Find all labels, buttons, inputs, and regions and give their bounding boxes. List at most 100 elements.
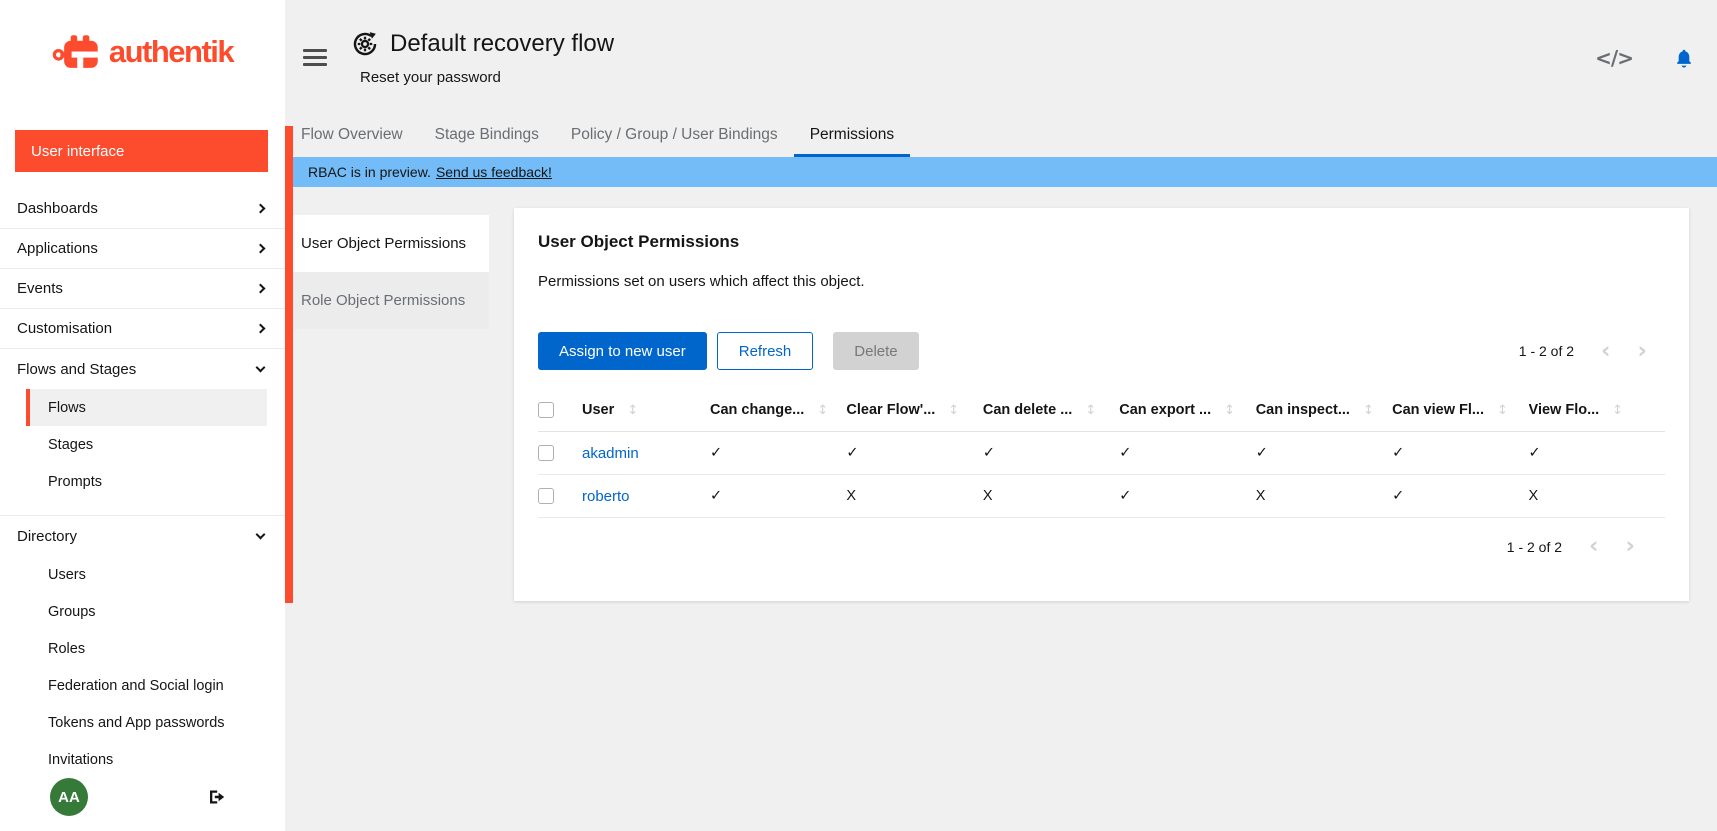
- select-all-checkbox[interactable]: [538, 402, 554, 418]
- authentik-logo[interactable]: authentik: [52, 30, 233, 74]
- refresh-button[interactable]: Refresh: [717, 332, 814, 370]
- sidebar-nav: Dashboards Applications Events Customisa…: [0, 189, 285, 778]
- sidebar-item-flows-and-stages[interactable]: Flows and Stages: [0, 349, 285, 389]
- perm-cell: ✓: [1119, 432, 1255, 475]
- delete-button[interactable]: Delete: [833, 332, 918, 370]
- perm-cell: ✓: [1392, 475, 1528, 518]
- table-header-row: User↕ Can change...↕ Clear Flow'...↕ Can…: [538, 394, 1665, 432]
- sign-out-icon[interactable]: [207, 787, 227, 807]
- perm-cell: ✓: [983, 432, 1119, 475]
- sidebar-subitem-tokens[interactable]: Tokens and App passwords: [26, 704, 267, 741]
- sidebar-item-applications[interactable]: Applications: [0, 229, 285, 269]
- assign-to-new-user-button[interactable]: Assign to new user: [538, 332, 707, 370]
- sidebar-item-label: Flows and Stages: [17, 361, 136, 378]
- sidebar-subitem-roles[interactable]: Roles: [26, 630, 267, 667]
- sidebar-item-directory[interactable]: Directory: [0, 516, 285, 556]
- column-header-can-view: Can view Fl...↕: [1392, 394, 1528, 432]
- sidebar-item-events[interactable]: Events: [0, 269, 285, 309]
- sort-icon[interactable]: ↕: [1085, 403, 1096, 418]
- vtab-user-object-permissions[interactable]: User Object Permissions: [286, 215, 489, 272]
- flow-icon: [351, 30, 379, 58]
- notifications-bell-icon[interactable]: [1673, 47, 1695, 69]
- sort-icon[interactable]: ↕: [1497, 403, 1508, 418]
- perm-cell: ✓: [1119, 475, 1255, 518]
- perm-cell: ✓: [710, 432, 846, 475]
- chevron-down-icon: [256, 362, 266, 372]
- column-header-view-flow: View Flo...↕: [1529, 394, 1665, 432]
- sidebar-item-label: User interface: [31, 143, 124, 160]
- sidebar-subitem-label: Groups: [48, 604, 96, 620]
- sort-icon[interactable]: ↕: [1224, 403, 1235, 418]
- row-select-checkbox[interactable]: [538, 445, 554, 461]
- sidebar-item-user-interface[interactable]: User interface: [15, 130, 268, 172]
- sidebar-subitem-flows[interactable]: Flows: [26, 389, 267, 426]
- sidebar-subitem-label: Invitations: [48, 752, 113, 768]
- vertical-tabs: User Object Permissions Role Object Perm…: [286, 215, 489, 329]
- pagination-next-icon[interactable]: ›: [1626, 535, 1635, 558]
- tab-label: Policy / Group / User Bindings: [571, 126, 778, 144]
- sidebar-item-label: Dashboards: [17, 200, 98, 217]
- sidebar-subitem-groups[interactable]: Groups: [26, 593, 267, 630]
- tab-flow-overview[interactable]: Flow Overview: [285, 115, 419, 157]
- pagination-prev-icon[interactable]: ‹: [1589, 535, 1598, 558]
- sidebar-subitem-label: Users: [48, 567, 86, 583]
- sidebar-subitem-label: Federation and Social login: [48, 678, 224, 694]
- sidebar-item-dashboards[interactable]: Dashboards: [0, 189, 285, 229]
- menu-toggle-button[interactable]: [303, 44, 327, 70]
- user-link[interactable]: roberto: [582, 488, 630, 505]
- tab-permissions[interactable]: Permissions: [794, 115, 910, 157]
- chevron-right-icon: [256, 284, 266, 294]
- sidebar: authentik User interface Dashboards Appl…: [0, 0, 285, 831]
- logo-area: authentik: [0, 0, 285, 103]
- perm-cell: X: [1256, 475, 1392, 518]
- perm-cell: X: [846, 475, 982, 518]
- sort-icon[interactable]: ↕: [1612, 403, 1623, 418]
- vtab-role-object-permissions[interactable]: Role Object Permissions: [286, 272, 489, 329]
- authentik-logo-icon: [52, 30, 108, 74]
- pagination-next-icon[interactable]: ›: [1638, 340, 1647, 363]
- sidebar-item-label: Applications: [17, 240, 98, 257]
- sidebar-subitem-prompts[interactable]: Prompts: [26, 463, 267, 500]
- sidebar-footer: AA: [50, 778, 227, 816]
- perm-cell: ✓: [710, 475, 846, 518]
- avatar[interactable]: AA: [50, 778, 88, 816]
- column-header-can-delete: Can delete ...↕: [983, 394, 1119, 432]
- main-area: Default recovery flow Reset your passwor…: [285, 0, 1717, 831]
- sort-icon[interactable]: ↕: [627, 403, 638, 418]
- vtab-label: User Object Permissions: [301, 235, 466, 252]
- sidebar-item-label: Events: [17, 280, 63, 297]
- api-code-icon[interactable]: </>: [1595, 46, 1633, 70]
- card-title: User Object Permissions: [538, 232, 1665, 252]
- chevron-right-icon: [256, 324, 266, 334]
- column-header-can-change: Can change...↕: [710, 394, 846, 432]
- tab-policy-group-user-bindings[interactable]: Policy / Group / User Bindings: [555, 115, 794, 157]
- sidebar-subitem-users[interactable]: Users: [26, 556, 267, 593]
- sidebar-subitem-federation[interactable]: Federation and Social login: [26, 667, 267, 704]
- sort-icon[interactable]: ↕: [1363, 403, 1374, 418]
- table-row: roberto ✓ X X ✓ X ✓ X: [538, 475, 1665, 518]
- sidebar-subitem-label: Tokens and App passwords: [48, 715, 225, 731]
- sort-icon[interactable]: ↕: [948, 403, 959, 418]
- sidebar-item-label: Customisation: [17, 320, 112, 337]
- sidebar-item-customisation[interactable]: Customisation: [0, 309, 285, 349]
- pagination-label: 1 - 2 of 2: [1519, 343, 1574, 359]
- title-block: Default recovery flow Reset your passwor…: [351, 30, 614, 86]
- sidebar-subitem-label: Roles: [48, 641, 85, 657]
- tab-bar: Flow Overview Stage Bindings Policy / Gr…: [285, 115, 1717, 157]
- rbac-preview-banner: RBAC is in preview. Send us feedback!: [285, 157, 1717, 187]
- sidebar-subitem-stages[interactable]: Stages: [26, 426, 267, 463]
- pagination-top: 1 - 2 of 2 ‹ ›: [1519, 340, 1647, 363]
- sort-icon[interactable]: ↕: [817, 403, 828, 418]
- page-header: Default recovery flow Reset your passwor…: [285, 0, 1717, 115]
- feedback-link[interactable]: Send us feedback!: [436, 164, 552, 180]
- tab-label: Permissions: [810, 126, 894, 144]
- sidebar-subitem-label: Prompts: [48, 474, 102, 490]
- tab-stage-bindings[interactable]: Stage Bindings: [419, 115, 555, 157]
- sidebar-subitem-invitations[interactable]: Invitations: [26, 741, 267, 778]
- pagination-prev-icon[interactable]: ‹: [1601, 340, 1610, 363]
- sidebar-item-label: Directory: [17, 528, 77, 545]
- user-link[interactable]: akadmin: [582, 445, 639, 462]
- perm-cell: ✓: [1529, 432, 1665, 475]
- row-select-checkbox[interactable]: [538, 488, 554, 504]
- sidebar-subitem-label: Flows: [48, 400, 86, 416]
